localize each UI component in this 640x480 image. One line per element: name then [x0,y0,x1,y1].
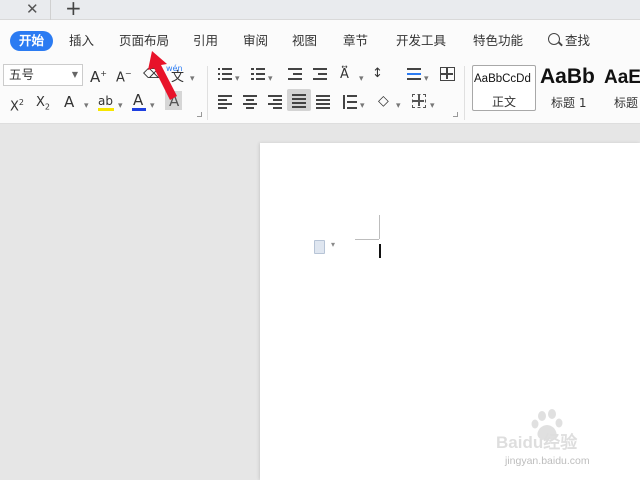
style-caption: 标题 [614,96,639,110]
text-effect-icon[interactable]: A [64,93,74,111]
text-cursor [379,244,381,258]
paragraph-options-icon[interactable] [314,240,335,254]
tab-developer[interactable]: 开发工具 [396,32,446,50]
group-divider [464,66,465,120]
new-tab-icon[interactable]: + [65,0,82,18]
chevron-down-icon[interactable]: ▾ [360,97,365,115]
search-icon[interactable] [548,33,560,45]
chevron-down-icon[interactable]: ▾ [84,97,89,115]
align-right-icon[interactable] [268,95,282,109]
align-center-icon[interactable] [243,95,257,109]
shrink-font-icon[interactable]: A− [116,65,132,87]
style-caption: 标题 1 [551,96,587,110]
chevron-down-icon[interactable]: ▾ [359,70,364,88]
tab-view[interactable]: 视图 [292,32,317,50]
tab-insert[interactable]: 插入 [69,32,94,50]
chevron-down-icon[interactable]: ▾ [430,97,435,115]
align-left-icon[interactable] [218,95,232,109]
bullets-icon[interactable] [218,68,232,80]
sort-icon[interactable]: ↕ [372,65,383,83]
subscript-icon[interactable]: X2 [36,94,50,117]
shading-icon[interactable]: ◇ [378,92,389,110]
tab-special-features[interactable]: 特色功能 [473,32,523,50]
style-preview: AaBb [540,65,595,88]
style-caption: 正文 [492,95,517,109]
style-heading-2[interactable]: AaE 标题 [604,65,640,111]
margin-marker [379,215,380,239]
watermark-brand: Baidu经验 [496,432,578,452]
style-heading-1[interactable]: AaBb 标题 1 [538,65,602,111]
increase-indent-icon[interactable] [313,68,327,80]
tab-page-layout[interactable]: 页面布局 [119,32,169,50]
decrease-indent-icon[interactable] [288,68,302,80]
tab-strip: ✕ + [0,0,640,20]
distributed-icon[interactable] [316,95,330,109]
tab-home[interactable]: 开始 [10,31,54,51]
chevron-down-icon[interactable]: ▾ [190,70,195,88]
group-divider [207,66,208,120]
ribbon-toolbar: 五号 ▼ A+ A− ⌫ wén 文 ▾ X2 X2 A ▾ ab ▾ A ▾ … [0,62,640,124]
paragraph-dialog-launcher[interactable] [453,112,458,117]
chevron-down-icon[interactable]: ▾ [235,70,240,88]
close-tab-icon[interactable]: ✕ [26,1,39,18]
chevron-down-icon[interactable]: ▾ [118,97,123,115]
style-preview: AaBbCcDd [474,73,531,85]
style-normal[interactable]: AaBbCcDd 正文 [472,65,536,111]
search-label[interactable]: 查找 [565,32,590,50]
line-spacing-options-icon[interactable] [407,68,421,80]
borders-icon[interactable] [412,94,426,108]
chevron-down-icon: ▼ [71,70,78,79]
line-spacing-icon[interactable] [343,95,357,109]
numbering-icon[interactable] [251,68,265,80]
chevron-down-icon[interactable]: ▾ [424,70,429,88]
style-preview: AaE [604,67,640,88]
superscript-icon[interactable]: X2 [10,94,24,116]
justify-button[interactable] [287,89,311,111]
tab-references[interactable]: 引用 [193,32,218,50]
font-size-value: 五号 [9,67,35,82]
margin-marker [355,239,379,240]
tab-review[interactable]: 审阅 [243,32,268,50]
justify-icon [292,94,306,108]
watermark-url: jingyan.baidu.com [505,455,590,467]
text-direction-icon[interactable]: A⃡ [340,66,349,84]
tab-divider [50,0,51,20]
menu-bar: 开始 插入 页面布局 引用 审阅 视图 章节 开发工具 特色功能 查找 [0,20,640,62]
font-size-select[interactable]: 五号 ▼ [3,64,83,86]
chevron-down-icon[interactable]: ▾ [268,70,273,88]
tab-sections[interactable]: 章节 [343,32,368,50]
chevron-down-icon[interactable]: ▾ [396,97,401,115]
table-icon[interactable] [440,67,455,81]
font-dialog-launcher[interactable] [197,112,202,117]
grow-font-icon[interactable]: A+ [90,65,107,86]
highlight-color-bar [98,108,114,111]
annotation-arrow-icon [148,51,177,100]
